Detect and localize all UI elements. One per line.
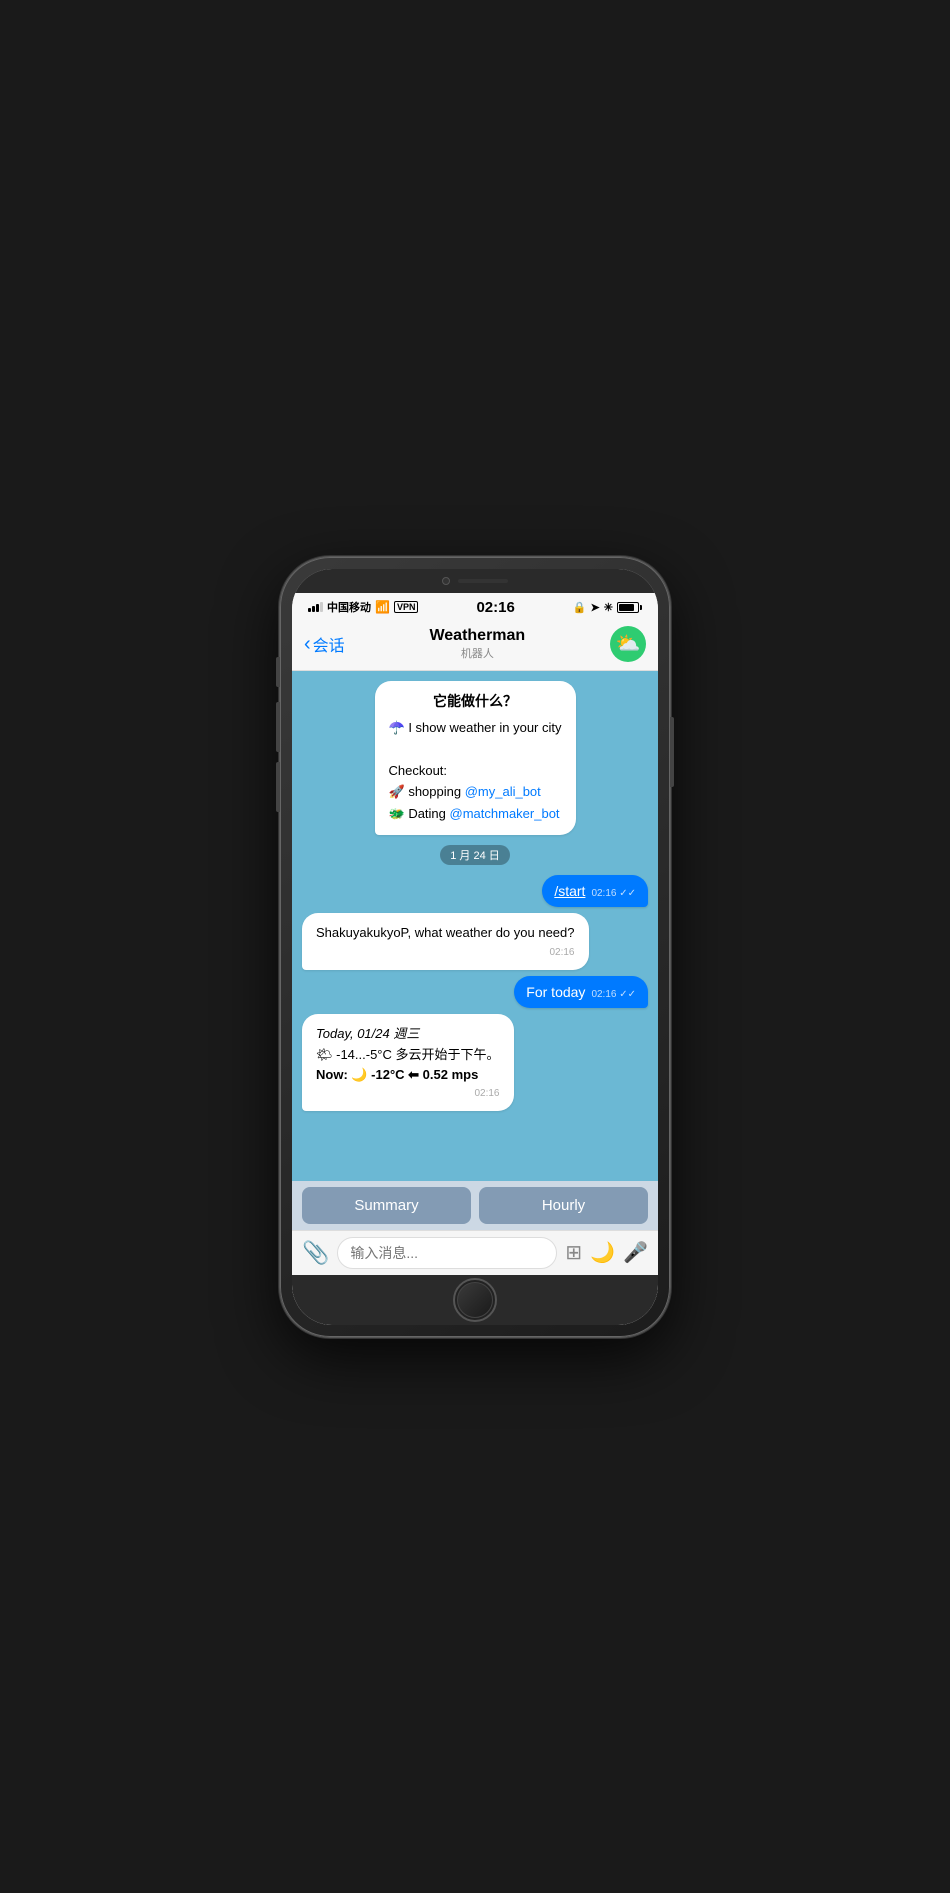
chat-subtitle: 机器人	[429, 645, 525, 661]
status-time: 02:16	[476, 599, 514, 616]
umbrella-emoji: ☂️	[389, 720, 405, 735]
lock-icon: 🔒	[573, 601, 587, 614]
date-badge: 1 月 24 日	[440, 845, 510, 865]
message-input[interactable]	[337, 1237, 557, 1269]
shopping-line: 🚀 shopping @my_ali_bot	[389, 782, 562, 802]
power-button[interactable]	[670, 717, 674, 787]
camera-lens	[442, 577, 450, 585]
battery-icon	[617, 602, 642, 613]
phone-screen: 中国移动 📶 VPN 02:16 🔒 ➤ ✳ ‹ 会话	[292, 569, 658, 1325]
moon-icon[interactable]: 🌙	[590, 1240, 615, 1265]
signal-bar-2	[312, 606, 315, 612]
camera-area	[292, 569, 658, 593]
action-buttons-bar: Summary Hourly	[292, 1181, 658, 1230]
chat-title: Weatherman	[429, 627, 525, 645]
location-icon: ➤	[591, 601, 600, 614]
my-ali-bot-link[interactable]: @my_ali_bot	[465, 784, 541, 799]
intro-line1-text: I show weather in your city	[408, 720, 561, 735]
dating-line: 🐲 Dating @matchmaker_bot	[389, 804, 562, 824]
signal-bars	[308, 602, 323, 612]
hourly-button[interactable]: Hourly	[479, 1187, 648, 1224]
chat-area[interactable]: 它能做什么？ ☂️ I show weather in your city Ch…	[292, 671, 658, 1181]
start-time: 02:16 ✓✓	[591, 888, 636, 899]
back-label: 会话	[313, 632, 345, 656]
question-time: 02:16	[316, 945, 575, 960]
intro-line1: ☂️ I show weather in your city	[389, 718, 562, 738]
chevron-left-icon: ‹	[304, 634, 311, 654]
input-bar: 📎 ⊞ 🌙 🎤	[292, 1230, 658, 1275]
nav-bar: ‹ 会话 Weatherman 机器人 ⛅	[292, 620, 658, 671]
wifi-icon: 📶	[375, 600, 390, 614]
checkout-label: Checkout:	[389, 761, 562, 781]
attachment-icon[interactable]: 📎	[302, 1240, 329, 1266]
signal-bar-1	[308, 608, 311, 612]
vpn-badge: VPN	[394, 601, 419, 613]
intro-bubble: 它能做什么？ ☂️ I show weather in your city Ch…	[375, 681, 576, 836]
for-today-text: For today	[526, 984, 585, 1000]
phone-device: 中国移动 📶 VPN 02:16 🔒 ➤ ✳ ‹ 会话	[280, 557, 670, 1337]
user-msg-today: For today 02:16 ✓✓	[514, 976, 648, 1008]
weather-line1: Today, 01/24 週三	[316, 1024, 500, 1044]
shopping-text: shopping	[408, 784, 464, 799]
status-left: 中国移动 📶 VPN	[308, 599, 418, 615]
start-text: /start	[554, 883, 585, 899]
microphone-icon[interactable]: 🎤	[623, 1240, 648, 1265]
home-button-inner	[457, 1282, 493, 1318]
status-right: 🔒 ➤ ✳	[573, 601, 642, 614]
nav-center: Weatherman 机器人	[429, 627, 525, 661]
weather-line3: Now: 🌙 -12°C ⬅ 0.52 mps	[316, 1065, 500, 1085]
rocket-emoji: 🚀	[389, 784, 405, 799]
today-time: 02:16 ✓✓	[591, 989, 636, 1000]
sticker-icon[interactable]: ⊞	[565, 1240, 582, 1265]
weather-line2: 🌤 -14...-5°C 多云开始于下午。	[316, 1045, 500, 1065]
weather-question-text: ShakuyakukyoP, what weather do you need?	[316, 923, 575, 943]
speaker-slot	[458, 579, 508, 583]
bluetooth-icon: ✳	[604, 601, 613, 614]
weather-time: 02:16	[316, 1086, 500, 1101]
dragon-emoji: 🐲	[389, 806, 405, 821]
summary-button[interactable]: Summary	[302, 1187, 471, 1224]
bot-avatar[interactable]: ⛅	[610, 626, 646, 662]
status-bar: 中国移动 📶 VPN 02:16 🔒 ➤ ✳	[292, 593, 658, 620]
carrier-label: 中国移动	[327, 599, 371, 615]
back-button[interactable]: ‹ 会话	[304, 632, 345, 656]
home-area	[292, 1275, 658, 1325]
signal-bar-3	[316, 604, 319, 612]
home-button[interactable]	[453, 1278, 497, 1322]
volume-down-button[interactable]	[276, 762, 280, 812]
intro-title: 它能做什么？	[389, 691, 562, 712]
bot-msg-question: ShakuyakukyoP, what weather do you need?…	[302, 913, 589, 970]
signal-bar-4	[320, 602, 323, 612]
user-msg-start: /start 02:16 ✓✓	[542, 875, 648, 907]
matchmaker-bot-link[interactable]: @matchmaker_bot	[450, 806, 560, 821]
volume-up-button[interactable]	[276, 702, 280, 752]
dating-text: Dating	[408, 806, 449, 821]
bot-msg-weather: Today, 01/24 週三 🌤 -14...-5°C 多云开始于下午。 No…	[302, 1014, 514, 1112]
